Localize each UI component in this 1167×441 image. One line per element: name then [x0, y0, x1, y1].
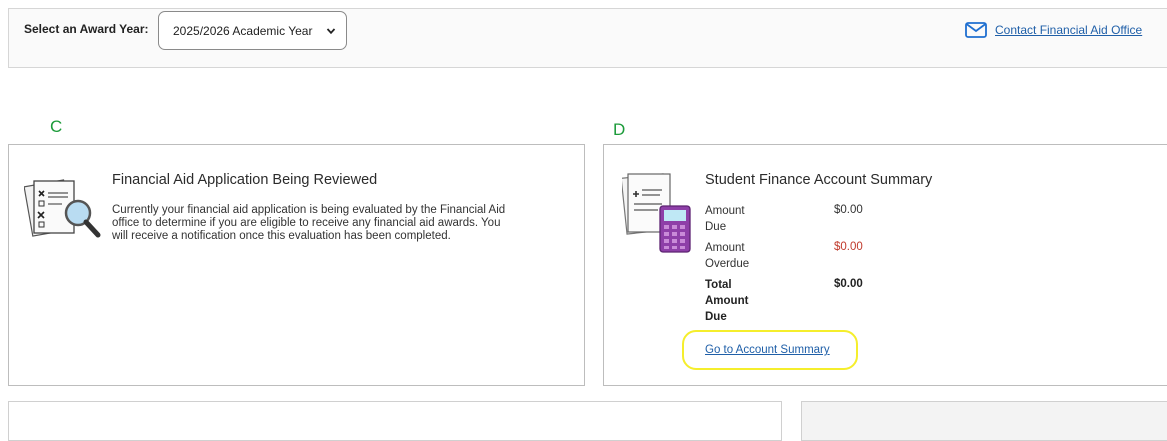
award-year-selected-value: 2025/2026 Academic Year — [173, 23, 313, 38]
bottom-right-card — [801, 401, 1167, 441]
amount-overdue-label-line-1: Amount — [705, 242, 745, 254]
contact-financial-aid-label: Contact Financial Aid Office — [995, 23, 1143, 37]
total-amount-due-label-line-3: Due — [705, 311, 727, 323]
envelope-icon — [965, 22, 987, 38]
award-year-select[interactable]: 2025/2026 Academic Year — [158, 11, 347, 50]
amount-due-value: $0.00 — [834, 204, 863, 216]
bottom-left-card — [8, 401, 782, 441]
total-amount-due-label: Total Amount Due — [705, 277, 748, 325]
total-amount-due-label-line-2: Amount — [705, 295, 749, 307]
amount-due-label-line-2: Due — [705, 221, 727, 233]
amount-due-label-line-1: Amount — [705, 205, 745, 217]
financial-aid-card-title: Financial Aid Application Being Reviewed — [112, 172, 378, 188]
calculator-document-icon — [622, 173, 691, 253]
chevron-down-icon — [326, 28, 336, 35]
contact-financial-aid-link[interactable]: Contact Financial Aid Office — [965, 22, 1142, 38]
amount-overdue-label-line-2: Overdue — [705, 258, 750, 270]
financial-aid-card-line-3: will receive a notification once this ev… — [112, 230, 451, 242]
amount-overdue-value: $0.00 — [834, 241, 863, 253]
document-magnifier-icon — [24, 179, 101, 238]
amount-due-label: Amount Due — [705, 203, 745, 235]
finance-card-title: Student Finance Account Summary — [705, 172, 933, 188]
financial-aid-card-line-2: office to determine if you are eligible … — [112, 217, 501, 229]
financial-aid-card-line-1: Currently your financial aid application… — [112, 204, 506, 216]
amount-overdue-label: Amount Overdue — [705, 240, 749, 272]
link-highlight-annotation — [682, 330, 858, 370]
award-year-label: Select an Award Year: — [24, 22, 149, 36]
total-amount-due-label-line-1: Total — [705, 279, 732, 291]
marker-d: D — [613, 120, 626, 139]
marker-c: C — [50, 117, 63, 136]
total-amount-due-value: $0.00 — [834, 278, 863, 290]
